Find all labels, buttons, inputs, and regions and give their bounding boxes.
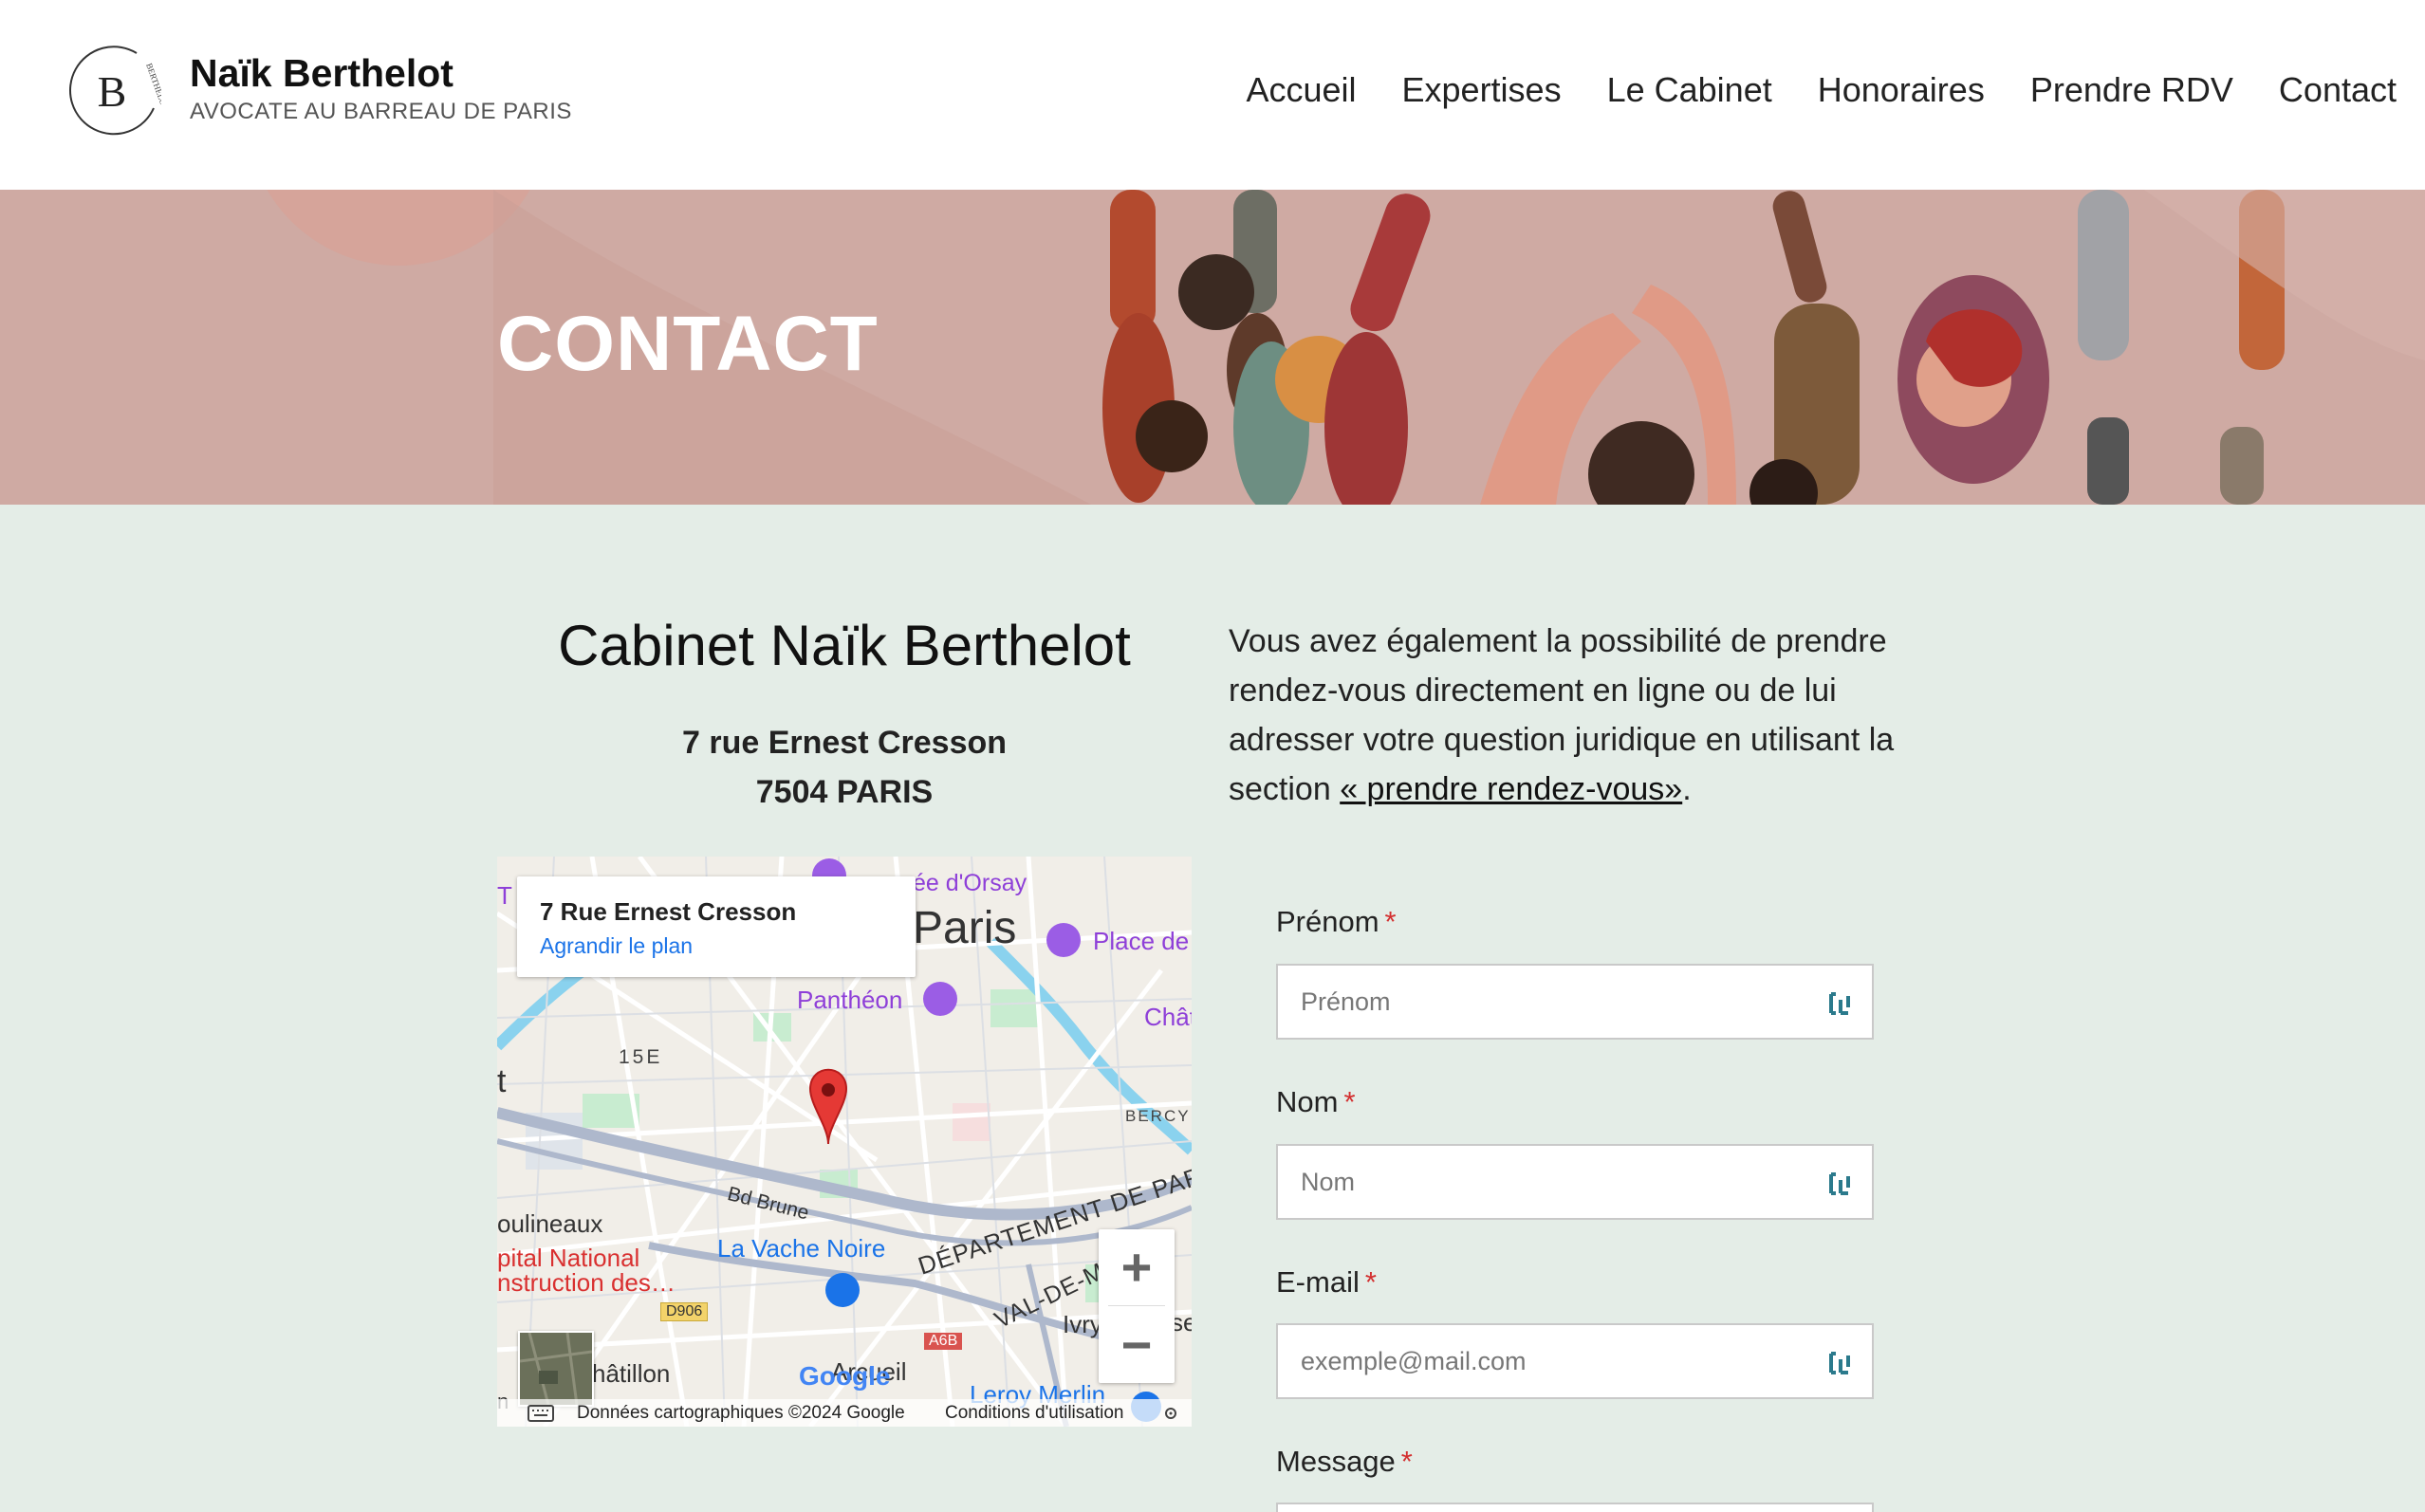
hero-illustration	[267, 190, 2425, 505]
lastname-field	[1276, 1144, 1874, 1220]
svg-text:BERTHELOT: BERTHELOT	[144, 62, 161, 112]
email-field	[1276, 1323, 1874, 1399]
map-label-paris: Paris	[913, 903, 1017, 953]
appointment-link[interactable]: « prendre rendez-vous»	[1340, 771, 1682, 807]
satellite-toggle[interactable]	[518, 1331, 594, 1407]
keyboard-icon[interactable]	[528, 1405, 554, 1422]
google-map[interactable]: ée d'Orsay Paris Place de Panthéon Chât …	[497, 857, 1192, 1427]
map-label-a6b: A6B	[924, 1333, 963, 1350]
google-logo: Google	[799, 1361, 891, 1391]
autofill-icon[interactable]	[1828, 1350, 1853, 1376]
autofill-icon[interactable]	[1828, 1171, 1853, 1197]
map-label-bercy: BERCY	[1125, 1107, 1191, 1125]
map-info-card: 7 Rue Ernest Cresson Agrandir le plan	[517, 876, 916, 977]
email-label: E-mail *	[1276, 1265, 1377, 1300]
message-textarea[interactable]	[1276, 1503, 1874, 1512]
firstname-label: Prénom *	[1276, 905, 1397, 939]
nav-honoraires[interactable]: Honoraires	[1818, 70, 1985, 110]
firstname-input[interactable]	[1278, 966, 1809, 1038]
autofill-icon[interactable]	[1828, 990, 1853, 1017]
zoom-controls: + −	[1099, 1229, 1175, 1383]
message-label: Message *	[1276, 1445, 1413, 1479]
satellite-thumbnail-icon	[519, 1332, 593, 1406]
email-label-text: E-mail	[1276, 1265, 1360, 1299]
map-label-place: Place de	[1093, 927, 1190, 955]
brand-name[interactable]: Naïk Berthelot	[190, 51, 454, 96]
map-footer: Données cartographiques ©2024 Google Con…	[497, 1399, 1192, 1427]
map-label-ivry: Ivry	[1063, 1310, 1102, 1338]
main-nav: Accueil Expertises Le Cabinet Honoraires…	[1246, 70, 2397, 110]
site-header: B BERTHELOT Naïk Berthelot AVOCATE AU BA…	[0, 0, 2425, 190]
contact-intro: Vous avez également la possibilité de pr…	[1229, 617, 1950, 814]
required-mark: *	[1343, 1085, 1356, 1118]
nav-expertises[interactable]: Expertises	[1402, 70, 1562, 110]
nav-accueil[interactable]: Accueil	[1246, 70, 1356, 110]
map-label-moulineaux: oulineaux	[497, 1209, 603, 1238]
svg-text:B: B	[98, 67, 127, 116]
map-label-pantheon: Panthéon	[797, 986, 903, 1014]
enlarge-map-link[interactable]: Agrandir le plan	[540, 933, 693, 959]
required-mark: *	[1364, 1265, 1377, 1299]
map-label-chatillon: hâtillon	[592, 1359, 671, 1388]
nav-prendre-rdv[interactable]: Prendre RDV	[2030, 70, 2233, 110]
settings-icon[interactable]	[1161, 1404, 1180, 1423]
map-label-vache-noire: La Vache Noire	[717, 1234, 886, 1263]
lastname-input[interactable]	[1278, 1146, 1809, 1218]
brand-subtitle: AVOCATE AU BARREAU DE PARIS	[190, 99, 572, 124]
intro-end: .	[1682, 771, 1692, 807]
map-label-edge-t: T	[497, 881, 512, 910]
email-input[interactable]	[1278, 1325, 1809, 1397]
map-data-credit: Données cartographiques ©2024 Google	[577, 1403, 905, 1423]
lastname-label: Nom *	[1276, 1085, 1356, 1119]
logo[interactable]: B BERTHELOT	[63, 42, 170, 140]
firstname-label-text: Prénom	[1276, 905, 1379, 938]
nav-le-cabinet[interactable]: Le Cabinet	[1607, 70, 1772, 110]
map-label-15e: 15E	[619, 1046, 663, 1068]
firstname-field	[1276, 964, 1874, 1040]
map-terms-link[interactable]: Conditions d'utilisation	[945, 1403, 1123, 1424]
page-title: CONTACT	[497, 301, 879, 387]
logo-icon: B BERTHELOT	[69, 46, 170, 136]
address-street: 7 rue Ernest Cresson	[681, 725, 1008, 761]
lastname-label-text: Nom	[1276, 1085, 1339, 1118]
map-label-edge-t2: t	[497, 1063, 507, 1099]
map-label-orsay: ée d'Orsay	[913, 870, 1027, 896]
required-mark: *	[1384, 905, 1397, 938]
map-label-d906: D906	[660, 1302, 709, 1321]
map-card-title: 7 Rue Ernest Cresson	[540, 897, 797, 926]
message-label-text: Message	[1276, 1445, 1396, 1478]
cabinet-title: Cabinet Naïk Berthelot	[558, 614, 1131, 677]
hero-banner: CONTACT	[0, 190, 2425, 505]
zoom-out-button[interactable]: −	[1099, 1307, 1175, 1383]
nav-contact[interactable]: Contact	[2279, 70, 2397, 110]
required-mark: *	[1400, 1445, 1413, 1478]
map-label-hopital-2: nstruction des…	[497, 1268, 676, 1297]
address-city: 7504 PARIS	[755, 774, 934, 810]
zoom-divider	[1108, 1305, 1165, 1306]
zoom-in-button[interactable]: +	[1099, 1229, 1175, 1305]
map-label-chat: Chât	[1144, 1003, 1192, 1031]
